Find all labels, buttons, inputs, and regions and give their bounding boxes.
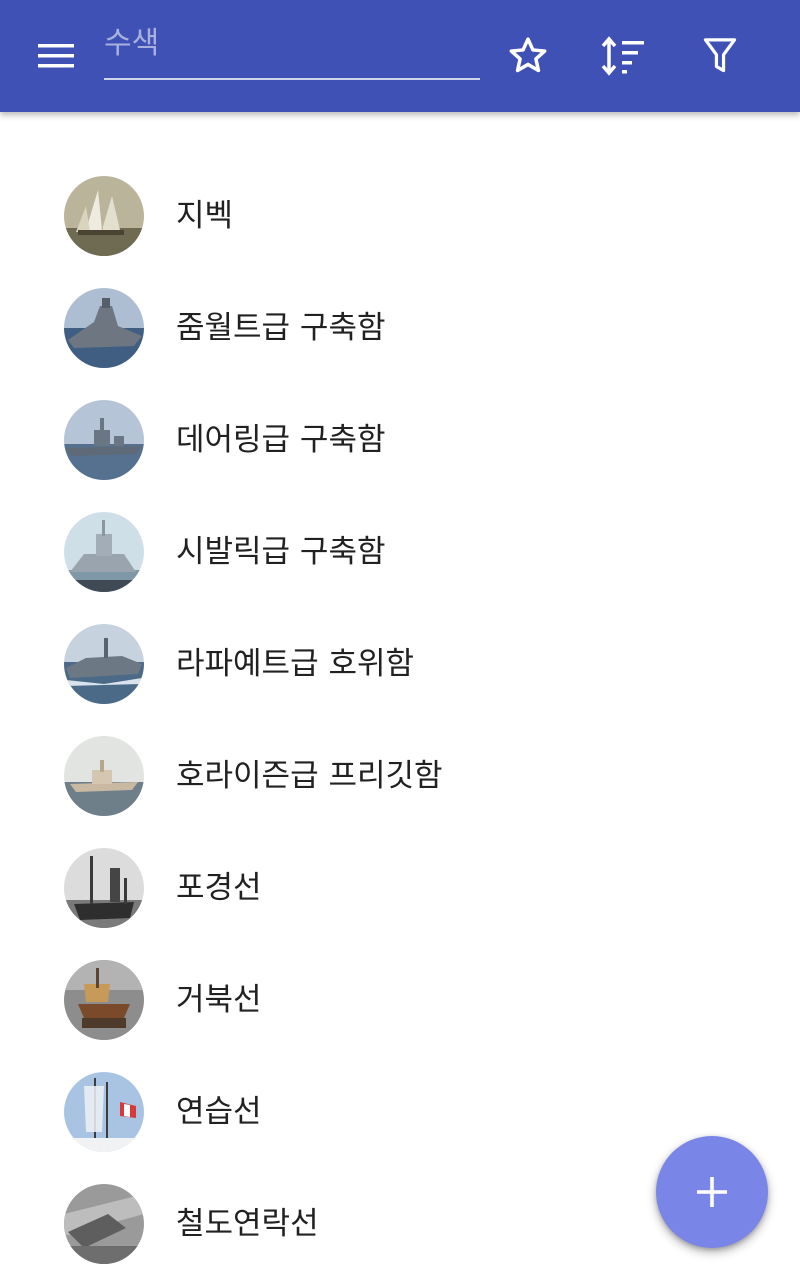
app-screen: 지벡 줌월트급 구축함 <box>0 0 800 1280</box>
thumbnail-tall-ship <box>64 1072 144 1152</box>
list-item-label: 거북선 <box>176 982 262 1018</box>
sort-icon <box>601 36 644 76</box>
thumbnail-stealth-destroyer <box>64 288 144 368</box>
list-item-label: 호라이즌급 프리깃함 <box>176 758 443 794</box>
filter-button[interactable] <box>692 28 748 84</box>
list-item-label: 포경선 <box>176 870 262 906</box>
thumbnail-frigate <box>64 736 144 816</box>
thumbnail-whaling-ship <box>64 848 144 928</box>
list-item-label: 줌월트급 구축함 <box>176 310 386 346</box>
list-item[interactable]: 줌월트급 구축함 <box>0 272 800 384</box>
thumbnail-sailing-ship <box>64 176 144 256</box>
list-item[interactable]: 데어링급 구축함 <box>0 384 800 496</box>
thumbnail-destroyer <box>64 400 144 480</box>
list-item-label: 지벡 <box>176 198 234 234</box>
list-item-label: 데어링급 구축함 <box>176 422 386 458</box>
hamburger-menu-icon <box>38 44 74 68</box>
add-button[interactable] <box>656 1136 768 1248</box>
list-item[interactable]: 포경선 <box>0 832 800 944</box>
star-outline-icon <box>509 37 547 73</box>
list-item-label: 라파예트급 호위함 <box>176 646 415 682</box>
thumbnail-destroyer <box>64 512 144 592</box>
list-item[interactable]: 호라이즌급 프리깃함 <box>0 720 800 832</box>
list-item-label: 연습선 <box>176 1094 262 1130</box>
list-item[interactable]: 시발릭급 구축함 <box>0 496 800 608</box>
sort-button[interactable] <box>596 28 652 84</box>
plus-icon <box>697 1177 727 1207</box>
list-item[interactable]: 라파예트급 호위함 <box>0 608 800 720</box>
menu-button[interactable] <box>24 28 88 84</box>
list-item[interactable]: 지벡 <box>0 160 800 272</box>
list-item-label: 철도연락선 <box>176 1206 319 1242</box>
search-input[interactable] <box>104 22 480 80</box>
filter-icon <box>703 38 737 73</box>
ship-list: 지벡 줌월트급 구축함 데어링급 구축함 시발릭급 구축함 라파예트급 호위함 … <box>0 160 800 1280</box>
app-bar <box>0 0 800 112</box>
thumbnail-turtle-ship <box>64 960 144 1040</box>
list-item-label: 시발릭급 구축함 <box>176 534 386 570</box>
thumbnail-ferry <box>64 1184 144 1264</box>
list-item[interactable]: 거북선 <box>0 944 800 1056</box>
favorites-button[interactable] <box>500 28 556 84</box>
search-field-container <box>104 22 480 82</box>
thumbnail-frigate <box>64 624 144 704</box>
